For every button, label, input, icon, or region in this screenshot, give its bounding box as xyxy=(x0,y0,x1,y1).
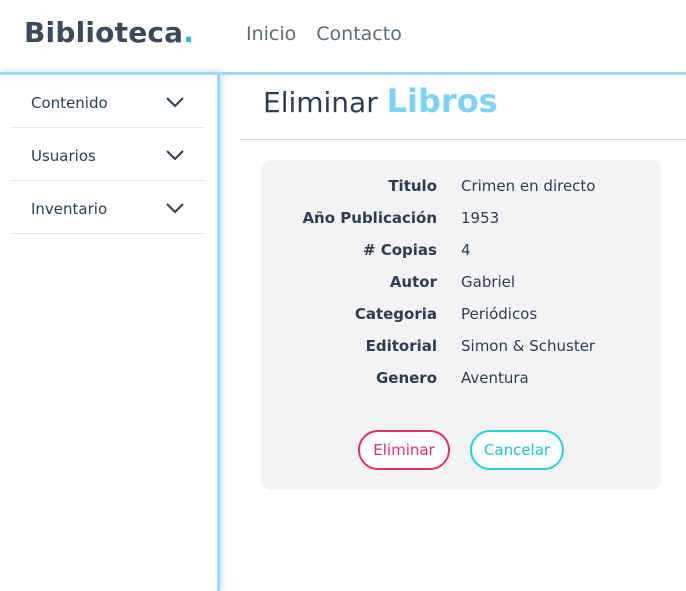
detail-key: Año Publicación xyxy=(302,209,437,227)
detail-key: Editorial xyxy=(365,337,437,355)
sidebar-item-usuarios[interactable]: Usuarios xyxy=(10,128,205,181)
detail-value: Simon & Schuster xyxy=(461,337,596,355)
page-title-prefix: Eliminar xyxy=(263,86,378,119)
detail-value: Periódicos xyxy=(461,305,538,323)
detail-row-categoria: Categoria Periódicos xyxy=(261,305,661,331)
chevron-down-icon xyxy=(166,150,184,161)
title-divider xyxy=(240,139,686,140)
page-title-accent: Libros xyxy=(386,82,498,120)
sidebar-item-inventario[interactable]: Inventario xyxy=(10,181,205,234)
detail-key: # Copias xyxy=(362,241,437,259)
detail-row-autor: Autor Gabriel xyxy=(261,273,661,299)
sidebar-item-label: Usuarios xyxy=(31,147,96,165)
top-nav: Inicio Contacto xyxy=(246,23,402,45)
detail-row-titulo: Titulo Crimen en directo xyxy=(261,177,661,203)
detail-row-genero: Genero Aventura xyxy=(261,369,661,395)
detail-value: 4 xyxy=(461,241,471,259)
detail-row-copias: # Copias 4 xyxy=(261,241,661,267)
main-top-border xyxy=(220,72,686,75)
cancel-button[interactable]: Cancelar xyxy=(470,430,564,470)
detail-key: Categoria xyxy=(354,305,437,323)
chevron-down-icon xyxy=(166,203,184,214)
page-title: Eliminar Libros xyxy=(263,82,498,120)
brand-name: Biblioteca xyxy=(24,16,184,49)
sidebar-item-label: Inventario xyxy=(31,200,108,218)
nav-link-inicio[interactable]: Inicio xyxy=(246,23,296,45)
top-header: Biblioteca. Inicio Contacto xyxy=(0,0,686,72)
sidebar: Contenido Usuarios Inventario xyxy=(0,72,220,591)
detail-key: Titulo xyxy=(388,177,437,195)
detail-value: 1953 xyxy=(461,209,500,227)
sidebar-item-contenido[interactable]: Contenido xyxy=(10,75,205,128)
sidebar-item-label: Contenido xyxy=(31,94,108,112)
detail-row-editorial: Editorial Simon & Schuster xyxy=(261,337,661,363)
brand-dot: . xyxy=(183,16,195,49)
details-card: Titulo Crimen en directo Año Publicación… xyxy=(261,160,661,490)
nav-link-contacto[interactable]: Contacto xyxy=(316,23,402,45)
delete-button[interactable]: Eliminar xyxy=(358,430,450,470)
detail-value: Crimen en directo xyxy=(461,177,596,195)
detail-value: Aventura xyxy=(461,369,529,387)
chevron-down-icon xyxy=(166,97,184,108)
detail-value: Gabriel xyxy=(461,273,516,291)
detail-row-anio-publicacion: Año Publicación 1953 xyxy=(261,209,661,235)
detail-key: Autor xyxy=(389,273,437,291)
brand-logo[interactable]: Biblioteca. xyxy=(24,16,194,49)
detail-key: Genero xyxy=(375,369,437,387)
